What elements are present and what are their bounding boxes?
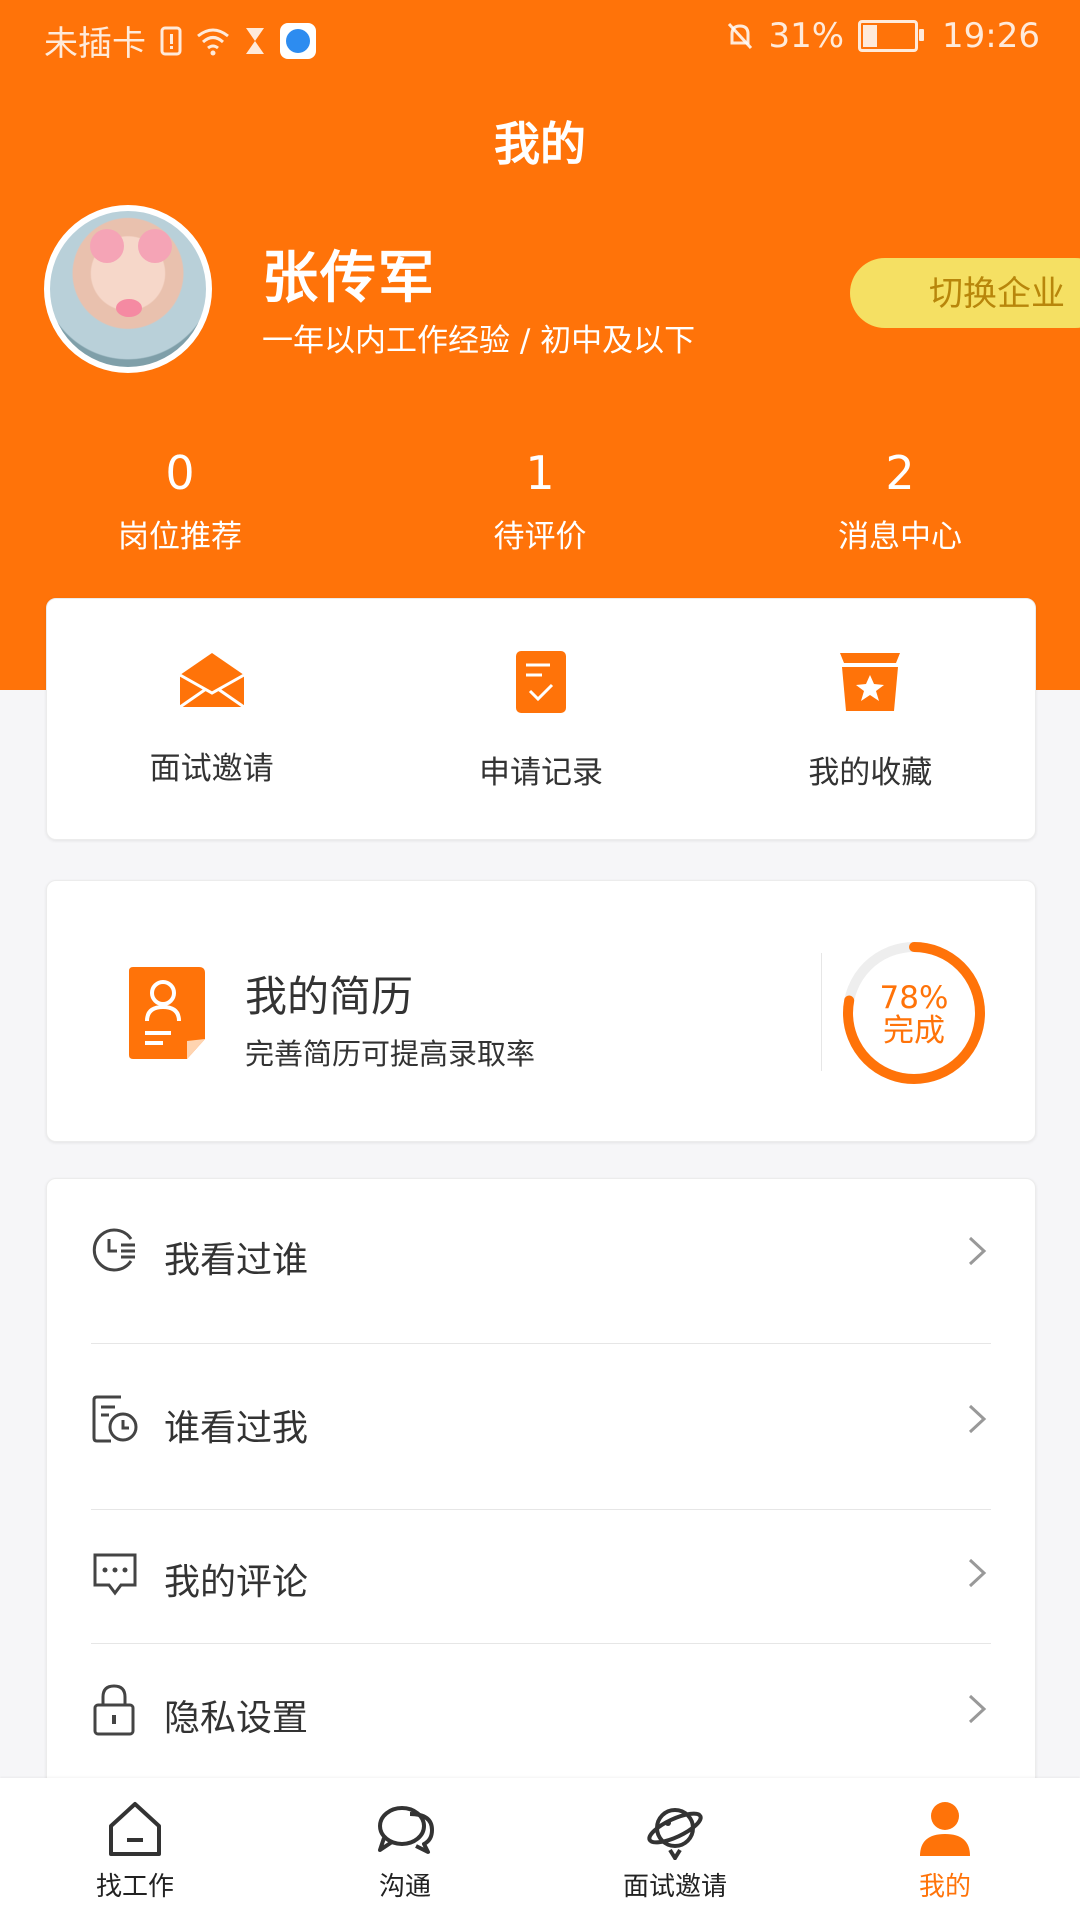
mute-bell-icon bbox=[728, 22, 753, 50]
quick-action-label: 面试邀请 bbox=[149, 751, 274, 787]
menu-item-label: 我看过谁 bbox=[164, 1240, 309, 1281]
planet-icon bbox=[647, 1808, 703, 1860]
quick-action-application-record[interactable]: 申请记录 bbox=[376, 599, 705, 839]
sim-alert-icon bbox=[160, 26, 182, 55]
battery-percent: 31% bbox=[768, 16, 845, 56]
progress-percent: 78% bbox=[879, 980, 949, 1016]
menu-item-privacy-settings[interactable]: 隐私设置 bbox=[47, 1645, 1037, 1795]
menu-item-label: 隐私设置 bbox=[164, 1698, 309, 1739]
hourglass-icon bbox=[246, 27, 264, 54]
comment-icon bbox=[93, 1553, 137, 1596]
stat-label: 岗位推荐 bbox=[118, 519, 242, 555]
menu-item-viewed-by-me[interactable]: 我看过谁 bbox=[47, 1179, 1037, 1345]
quick-action-interview-invite[interactable]: 面试邀请 bbox=[47, 599, 376, 839]
carrier-text: 未插卡 bbox=[44, 24, 146, 64]
tab-label: 我的 bbox=[918, 1872, 971, 1902]
page-title: 我的 bbox=[494, 117, 586, 171]
stat-value: 1 bbox=[525, 446, 555, 500]
user-subtitle: 一年以内工作经验 / 初中及以下 bbox=[262, 323, 696, 359]
envelope-icon bbox=[178, 653, 245, 709]
bottom-tab-bar: 找工作 沟通 面试邀请 我的 bbox=[0, 1778, 1080, 1920]
tab-label: 面试邀请 bbox=[622, 1872, 727, 1902]
resume-title: 我的简历 bbox=[245, 972, 414, 1021]
resume-subtitle: 完善简历可提高录取率 bbox=[245, 1037, 536, 1071]
wifi-icon bbox=[197, 28, 229, 55]
quick-action-favorites[interactable]: 我的收藏 bbox=[706, 599, 1035, 839]
stats-row: 0 岗位推荐 1 待评价 2 消息中心 bbox=[0, 445, 1080, 556]
resume-progress-ring: 78% 完成 bbox=[839, 938, 989, 1088]
tab-label: 找工作 bbox=[95, 1872, 174, 1902]
person-icon bbox=[920, 1802, 970, 1856]
quick-actions-card: 面试邀请 申请记录 我的收藏 bbox=[46, 598, 1036, 840]
resume-divider bbox=[821, 953, 822, 1071]
clock-text: 19:26 bbox=[942, 16, 1040, 56]
tab-find-job[interactable]: 找工作 bbox=[0, 1778, 270, 1920]
tab-label: 沟通 bbox=[378, 1872, 431, 1902]
stat-value: 0 bbox=[165, 446, 195, 500]
chevron-right-icon bbox=[968, 1558, 987, 1588]
stat-value: 2 bbox=[885, 446, 915, 500]
calendar-clock-icon bbox=[92, 1395, 138, 1443]
resume-icon bbox=[129, 967, 205, 1059]
star-box-icon bbox=[840, 653, 901, 711]
document-check-icon bbox=[515, 651, 566, 713]
stat-label: 待评价 bbox=[493, 519, 587, 555]
progress-caption: 完成 bbox=[883, 1013, 945, 1049]
menu-item-who-viewed-me[interactable]: 谁看过我 bbox=[47, 1345, 1037, 1509]
chat-icon bbox=[378, 1806, 434, 1854]
menu-separator bbox=[91, 1509, 991, 1510]
menu-item-my-comments[interactable]: 我的评论 bbox=[47, 1511, 1037, 1643]
chevron-right-icon bbox=[968, 1694, 987, 1724]
quick-action-label: 我的收藏 bbox=[808, 755, 933, 791]
resume-card[interactable]: 我的简历 完善简历可提高录取率 78% 完成 bbox=[46, 880, 1036, 1142]
tab-chat[interactable]: 沟通 bbox=[270, 1778, 540, 1920]
menu-item-label: 我的评论 bbox=[164, 1562, 309, 1603]
stat-pending-review[interactable]: 1 待评价 bbox=[360, 445, 720, 556]
home-icon bbox=[109, 1802, 161, 1856]
status-bar: 未插卡 31% 19:26 bbox=[0, 0, 1080, 75]
tab-interview-invite[interactable]: 面试邀请 bbox=[540, 1778, 810, 1920]
tab-mine[interactable]: 我的 bbox=[810, 1778, 1080, 1920]
menu-separator bbox=[91, 1343, 991, 1344]
avatar[interactable] bbox=[44, 205, 212, 373]
user-name: 张传军 bbox=[262, 246, 436, 311]
app-notification-icon bbox=[280, 22, 316, 59]
chevron-right-icon bbox=[968, 1404, 987, 1434]
stat-label: 消息中心 bbox=[838, 519, 962, 555]
chevron-right-icon bbox=[968, 1236, 987, 1266]
menu-item-label: 谁看过我 bbox=[164, 1408, 309, 1449]
battery-icon bbox=[858, 20, 925, 52]
menu-list: 我看过谁 谁看过我 我的评论 隐私设置 bbox=[46, 1178, 1036, 1798]
stat-job-recommend[interactable]: 0 岗位推荐 bbox=[0, 445, 360, 556]
lock-icon bbox=[93, 1684, 135, 1736]
clock-list-icon bbox=[92, 1228, 135, 1272]
switch-company-button[interactable]: 切换企业 bbox=[850, 258, 1080, 328]
menu-separator bbox=[91, 1643, 991, 1644]
quick-action-label: 申请记录 bbox=[478, 755, 603, 791]
stat-message-center[interactable]: 2 消息中心 bbox=[720, 445, 1080, 556]
